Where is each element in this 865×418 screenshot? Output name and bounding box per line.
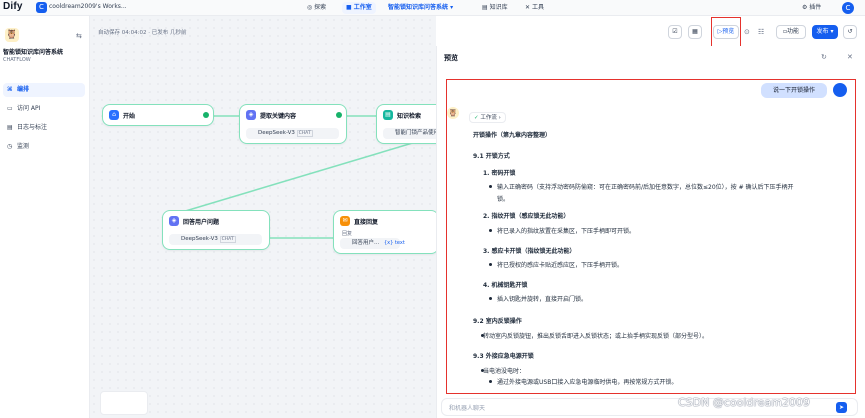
- bullet: [489, 185, 492, 188]
- preview-title: 预览: [444, 54, 458, 62]
- answer-text-9-3b: 通过外接电源或USB口接入应急电源临时供电，再按常规方式开锁。: [497, 379, 678, 386]
- answer-text-9-2: 转动室内反锁旋钮，推出反锁舌即进入反锁状态；或上抬手柄实现反锁（部分型号）。: [483, 333, 709, 340]
- close-icon[interactable]: ✕: [847, 53, 853, 61]
- node-extract-model: DeepSeek-V3 CHAT: [246, 128, 340, 139]
- bot-avatar: 🦉: [447, 107, 459, 119]
- bullet: [489, 263, 492, 266]
- app-icon: 🦉: [5, 28, 19, 42]
- sidebar-item-logs[interactable]: ▤ 日志与标注: [3, 121, 85, 135]
- node-answer-model: DeepSeek-V3 CHAT: [169, 234, 263, 245]
- answer-section-9-2: 9.2 室内反锁操作: [473, 318, 522, 325]
- app-sidebar: 🦉 ⇆ 智能锁知识库问答系统 CHATFLOW ⌘ 编排 ▭ 访问 API ▤ 日志与…: [0, 16, 90, 418]
- minimap[interactable]: [100, 391, 148, 415]
- bullet: [489, 380, 492, 383]
- top-bar: Dify C cooldream2009's Works... ◎ 探索 ■ 工…: [0, 0, 865, 16]
- answer-section-9-1: 9.1 开锁方式: [473, 153, 510, 160]
- answer-text-3: 将已授权的感应卡贴近感应区，下压手柄开锁。: [497, 262, 624, 269]
- vars-icon[interactable]: ☷: [758, 28, 764, 36]
- answer-text-4: 插入钥匙并旋转，直接开启门锁。: [497, 296, 588, 303]
- clock-icon: ↺: [847, 28, 853, 35]
- app-type: CHATFLOW: [3, 57, 31, 63]
- node-direct-label: 回复: [342, 231, 353, 237]
- user-avatar[interactable]: C: [842, 2, 854, 14]
- api-icon: ▭: [7, 105, 13, 112]
- edge-kb-answer: [161, 135, 436, 219]
- node-start[interactable]: ⌂ 开始: [102, 104, 214, 126]
- wrench-icon: ✕: [525, 4, 532, 11]
- chat-input-placeholder: 和机器人聊天: [449, 405, 486, 412]
- highlight-preview-box: [711, 17, 741, 49]
- app-title: 智能锁知识库问答系统: [3, 49, 64, 56]
- highlight-chat-box: [446, 79, 856, 394]
- nav-studio[interactable]: ■ 工作室: [342, 2, 376, 14]
- answer-heading: 开锁操作（第九章内容整理）: [473, 132, 552, 139]
- node-kb-title: 知识检索: [397, 113, 422, 120]
- success-icon: [336, 112, 342, 118]
- publish-button[interactable]: 发布 ▾: [812, 25, 838, 39]
- llm-icon: ◈: [169, 216, 179, 226]
- nav-knowledge[interactable]: ▤ 知识库: [478, 2, 512, 14]
- node-answer-question[interactable]: ◈ 回答用户问题 DeepSeek-V3 CHAT: [162, 210, 270, 250]
- collapse-sidebar-icon[interactable]: ⇆: [76, 32, 82, 40]
- node-kb-dataset: 智能门锁产品使用手册: [383, 128, 443, 139]
- node-extract-title: 提取关键内容: [260, 113, 297, 120]
- grid-icon: ▦: [692, 28, 698, 35]
- sidebar-item-monitor[interactable]: ◷ 监测: [3, 140, 85, 154]
- nav-explore[interactable]: ◎ 探索: [303, 2, 330, 14]
- checklist-button[interactable]: ☑: [668, 25, 682, 39]
- bullet: [489, 297, 492, 300]
- log-icon: ▤: [7, 124, 13, 131]
- dify-logo[interactable]: Dify: [3, 1, 23, 12]
- orchestrate-icon: ⌘: [7, 86, 13, 93]
- monitor-icon: ◷: [7, 143, 13, 150]
- node-direct-reply[interactable]: ✉ 直接回复 回复 回答用户... {x} text: [333, 210, 439, 254]
- checklist-icon: ☑: [672, 28, 678, 35]
- user-message: 说一下开锁操作: [761, 83, 827, 98]
- send-icon[interactable]: ➤: [836, 402, 847, 413]
- home-icon: ⌂: [109, 110, 119, 120]
- plugins-button[interactable]: ⚙ 插件: [798, 2, 825, 14]
- answer-item-4: 4. 机械钥匙开锁: [483, 282, 528, 289]
- node-direct-title: 直接回复: [354, 219, 379, 226]
- sidebar-item-orchestrate[interactable]: ⌘ 编排: [3, 83, 85, 97]
- env-button[interactable]: ▦: [688, 25, 702, 39]
- node-answer-title: 回答用户问题: [183, 219, 220, 226]
- user-avatar-chat: [833, 83, 847, 97]
- answer-text-1: 输入正确密码（支持浮动密码防偷窥：可在正确密码前/后加任意数字，总位数≤20位）…: [497, 184, 794, 191]
- bullet: [489, 229, 492, 232]
- node-extract[interactable]: ◈ 提取关键内容 DeepSeek-V3 CHAT: [239, 104, 347, 144]
- answer-text-9-3: 当电池没电时：: [483, 368, 526, 375]
- answer-item-1: 1. 密码开锁: [483, 170, 516, 177]
- restore-button[interactable]: ↺: [843, 25, 857, 39]
- nav-tools[interactable]: ✕ 工具: [521, 2, 548, 14]
- answer-item-3: 3. 感应卡开锁（指纹锁无此功能）: [483, 248, 576, 255]
- node-start-title: 开始: [123, 113, 136, 120]
- workspace-switcher[interactable]: cooldream2009's Works...: [49, 3, 127, 10]
- success-icon: [203, 112, 209, 118]
- answer-item-2: 2. 指纹开锁（感应锁无此功能）: [483, 213, 570, 220]
- book-icon: ▤: [482, 4, 490, 11]
- workflow-canvas[interactable]: 自动保存 04:04:02 · 已发布 几秒前 ⌂ 开始 ◈ 提取关键内容 De…: [90, 16, 446, 418]
- app-switcher[interactable]: 智能锁知识库问答系统 ▾: [384, 2, 457, 14]
- workflow-status[interactable]: ✓ 工作流 ›: [469, 112, 506, 123]
- sidebar-item-api[interactable]: ▭ 访问 API: [3, 102, 85, 116]
- answer-text-1b: 锁。: [497, 196, 510, 203]
- features-button[interactable]: ▫功能: [776, 25, 806, 39]
- csdn-watermark: CSDN @cooldream2009: [678, 396, 810, 409]
- studio-icon: ■: [346, 4, 354, 11]
- node-direct-var-type: {x} text: [384, 240, 405, 246]
- answer-text-2: 将已录入的指纹放置在采集区，下压手柄即可开锁。: [497, 228, 636, 235]
- refresh-icon[interactable]: ↻: [821, 53, 827, 61]
- workspace-avatar[interactable]: C: [36, 2, 47, 13]
- answer-section-9-3: 9.3 外接应急电源开锁: [473, 353, 534, 360]
- knowledge-icon: ▤: [383, 110, 393, 120]
- reply-icon: ✉: [340, 216, 350, 226]
- history-icon[interactable]: ⊙: [744, 28, 750, 36]
- llm-icon: ◈: [246, 110, 256, 120]
